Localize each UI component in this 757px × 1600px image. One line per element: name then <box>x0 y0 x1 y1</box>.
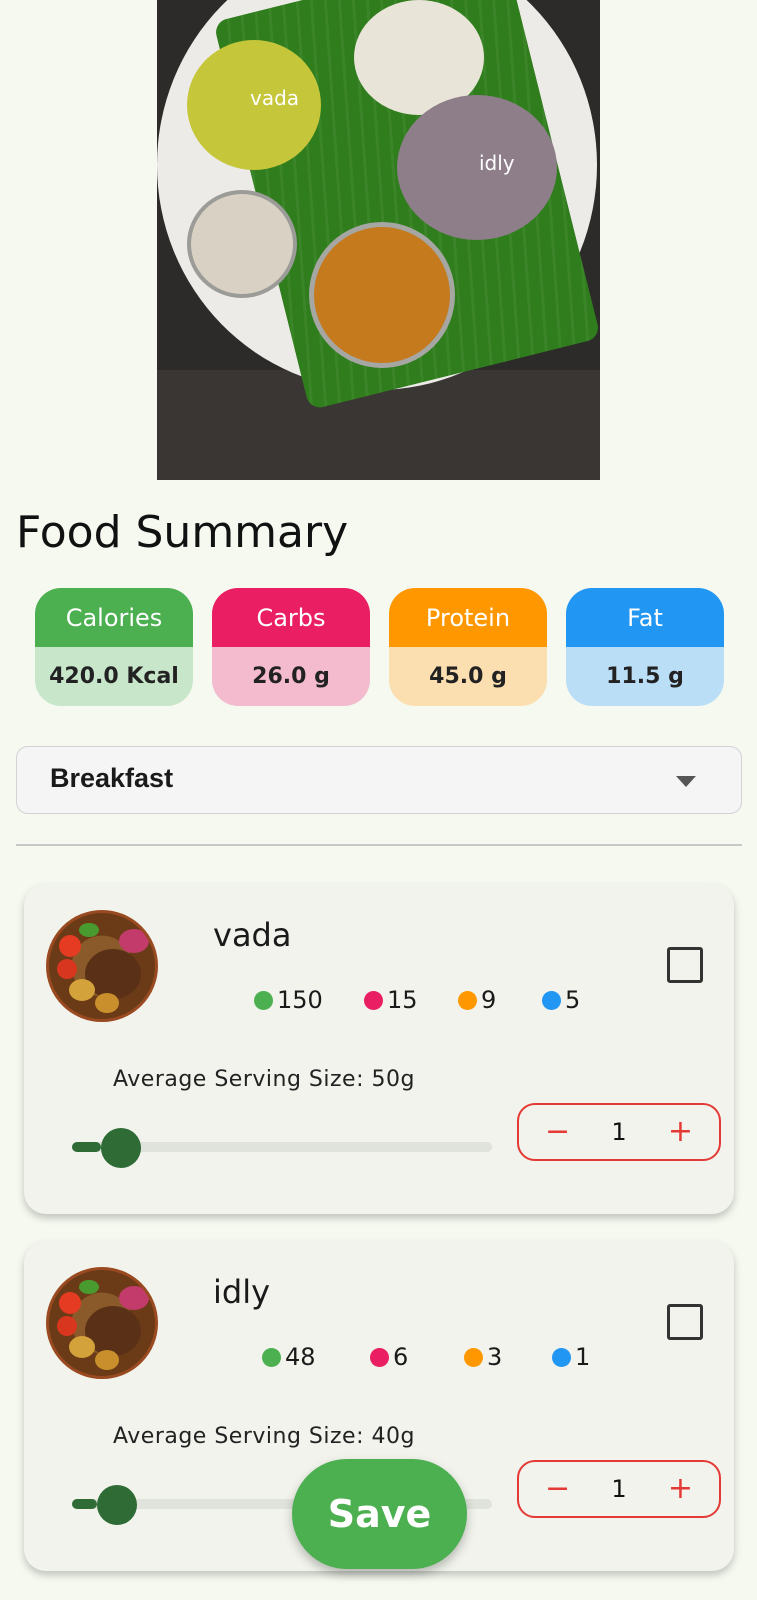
protein-macro-value: 3 <box>487 1343 503 1371</box>
calories-dot-icon <box>254 990 273 1010</box>
save-button[interactable]: Save <box>292 1459 467 1569</box>
serving-size-label: Average Serving Size: 50g <box>113 1067 415 1092</box>
calories-macro: 150 <box>254 986 323 1014</box>
photo-chutney-bowl <box>187 190 297 298</box>
carbs-macro-value: 6 <box>393 1343 409 1371</box>
food-name: idly <box>213 1273 271 1311</box>
calories-macro-value: 48 <box>285 1343 316 1371</box>
fat-macro-value: 5 <box>565 986 581 1014</box>
slider-fill <box>72 1499 98 1509</box>
calories-value: 420.0 Kcal <box>35 647 193 706</box>
protein-value: 45.0 g <box>389 647 547 706</box>
dropdown-arrow-icon <box>676 776 696 787</box>
carbs-label: Carbs <box>212 588 370 647</box>
page-title: Food Summary <box>16 507 349 558</box>
nutrient-summary: Calories 420.0 Kcal Carbs 26.0 g Protein… <box>35 588 724 706</box>
protein-macro: 3 <box>464 1343 502 1371</box>
fat-macro: 1 <box>552 1343 590 1371</box>
fat-label: Fat <box>566 588 724 647</box>
protein-dot-icon <box>464 1347 483 1367</box>
meal-photo: vada idly <box>157 0 600 480</box>
protein-dot-icon <box>458 990 477 1010</box>
photo-idly-highlight <box>397 95 557 240</box>
slider-handle[interactable] <box>97 1485 138 1525</box>
quantity-value: 1 <box>611 1475 627 1503</box>
carbs-macro-value: 15 <box>387 986 418 1014</box>
food-select-checkbox[interactable] <box>667 1304 703 1340</box>
quantity-stepper: − 1 + <box>517 1103 721 1161</box>
increment-button[interactable]: + <box>668 1474 693 1504</box>
serving-size-label: Average Serving Size: 40g <box>113 1424 415 1449</box>
food-thumbnail <box>46 910 158 1022</box>
fat-dot-icon <box>542 990 561 1010</box>
food-name: vada <box>213 916 292 954</box>
fat-macro: 5 <box>542 986 580 1014</box>
increment-button[interactable]: + <box>668 1117 693 1147</box>
meal-type-dropdown[interactable]: Breakfast <box>16 746 742 814</box>
protein-macro: 9 <box>458 986 496 1014</box>
fat-box: Fat 11.5 g <box>566 588 724 706</box>
calories-box: Calories 420.0 Kcal <box>35 588 193 706</box>
slider-handle[interactable] <box>101 1128 142 1168</box>
protein-label: Protein <box>389 588 547 647</box>
carbs-dot-icon <box>370 1347 389 1367</box>
calories-macro: 48 <box>262 1343 316 1371</box>
photo-label-vada: vada <box>250 86 300 110</box>
divider <box>16 844 742 846</box>
meal-type-selected: Breakfast <box>50 763 174 793</box>
carbs-dot-icon <box>364 990 383 1010</box>
decrement-button[interactable]: − <box>545 1117 570 1147</box>
fat-value: 11.5 g <box>566 647 724 706</box>
serving-slider[interactable] <box>72 1128 492 1168</box>
carbs-macro: 6 <box>370 1343 408 1371</box>
slider-fill <box>72 1142 102 1152</box>
quantity-stepper: − 1 + <box>517 1460 721 1518</box>
fat-macro-value: 1 <box>575 1343 591 1371</box>
calories-macro-value: 150 <box>277 986 323 1014</box>
fat-dot-icon <box>552 1347 571 1367</box>
quantity-value: 1 <box>611 1118 627 1146</box>
photo-label-idly: idly <box>479 151 515 175</box>
food-thumbnail <box>46 1267 158 1379</box>
calories-label: Calories <box>35 588 193 647</box>
decrement-button[interactable]: − <box>545 1474 570 1504</box>
food-select-checkbox[interactable] <box>667 947 703 983</box>
food-summary-screen: vada idly Food Summary Calories 420.0 Kc… <box>0 0 757 1600</box>
photo-sambar-bowl <box>309 222 455 368</box>
carbs-macro: 15 <box>364 986 418 1014</box>
protein-macro-value: 9 <box>481 986 497 1014</box>
carbs-value: 26.0 g <box>212 647 370 706</box>
carbs-box: Carbs 26.0 g <box>212 588 370 706</box>
protein-box: Protein 45.0 g <box>389 588 547 706</box>
food-card-vada: vada 150 15 9 5 Average Serving Size: 50… <box>24 884 734 1214</box>
calories-dot-icon <box>262 1347 281 1367</box>
